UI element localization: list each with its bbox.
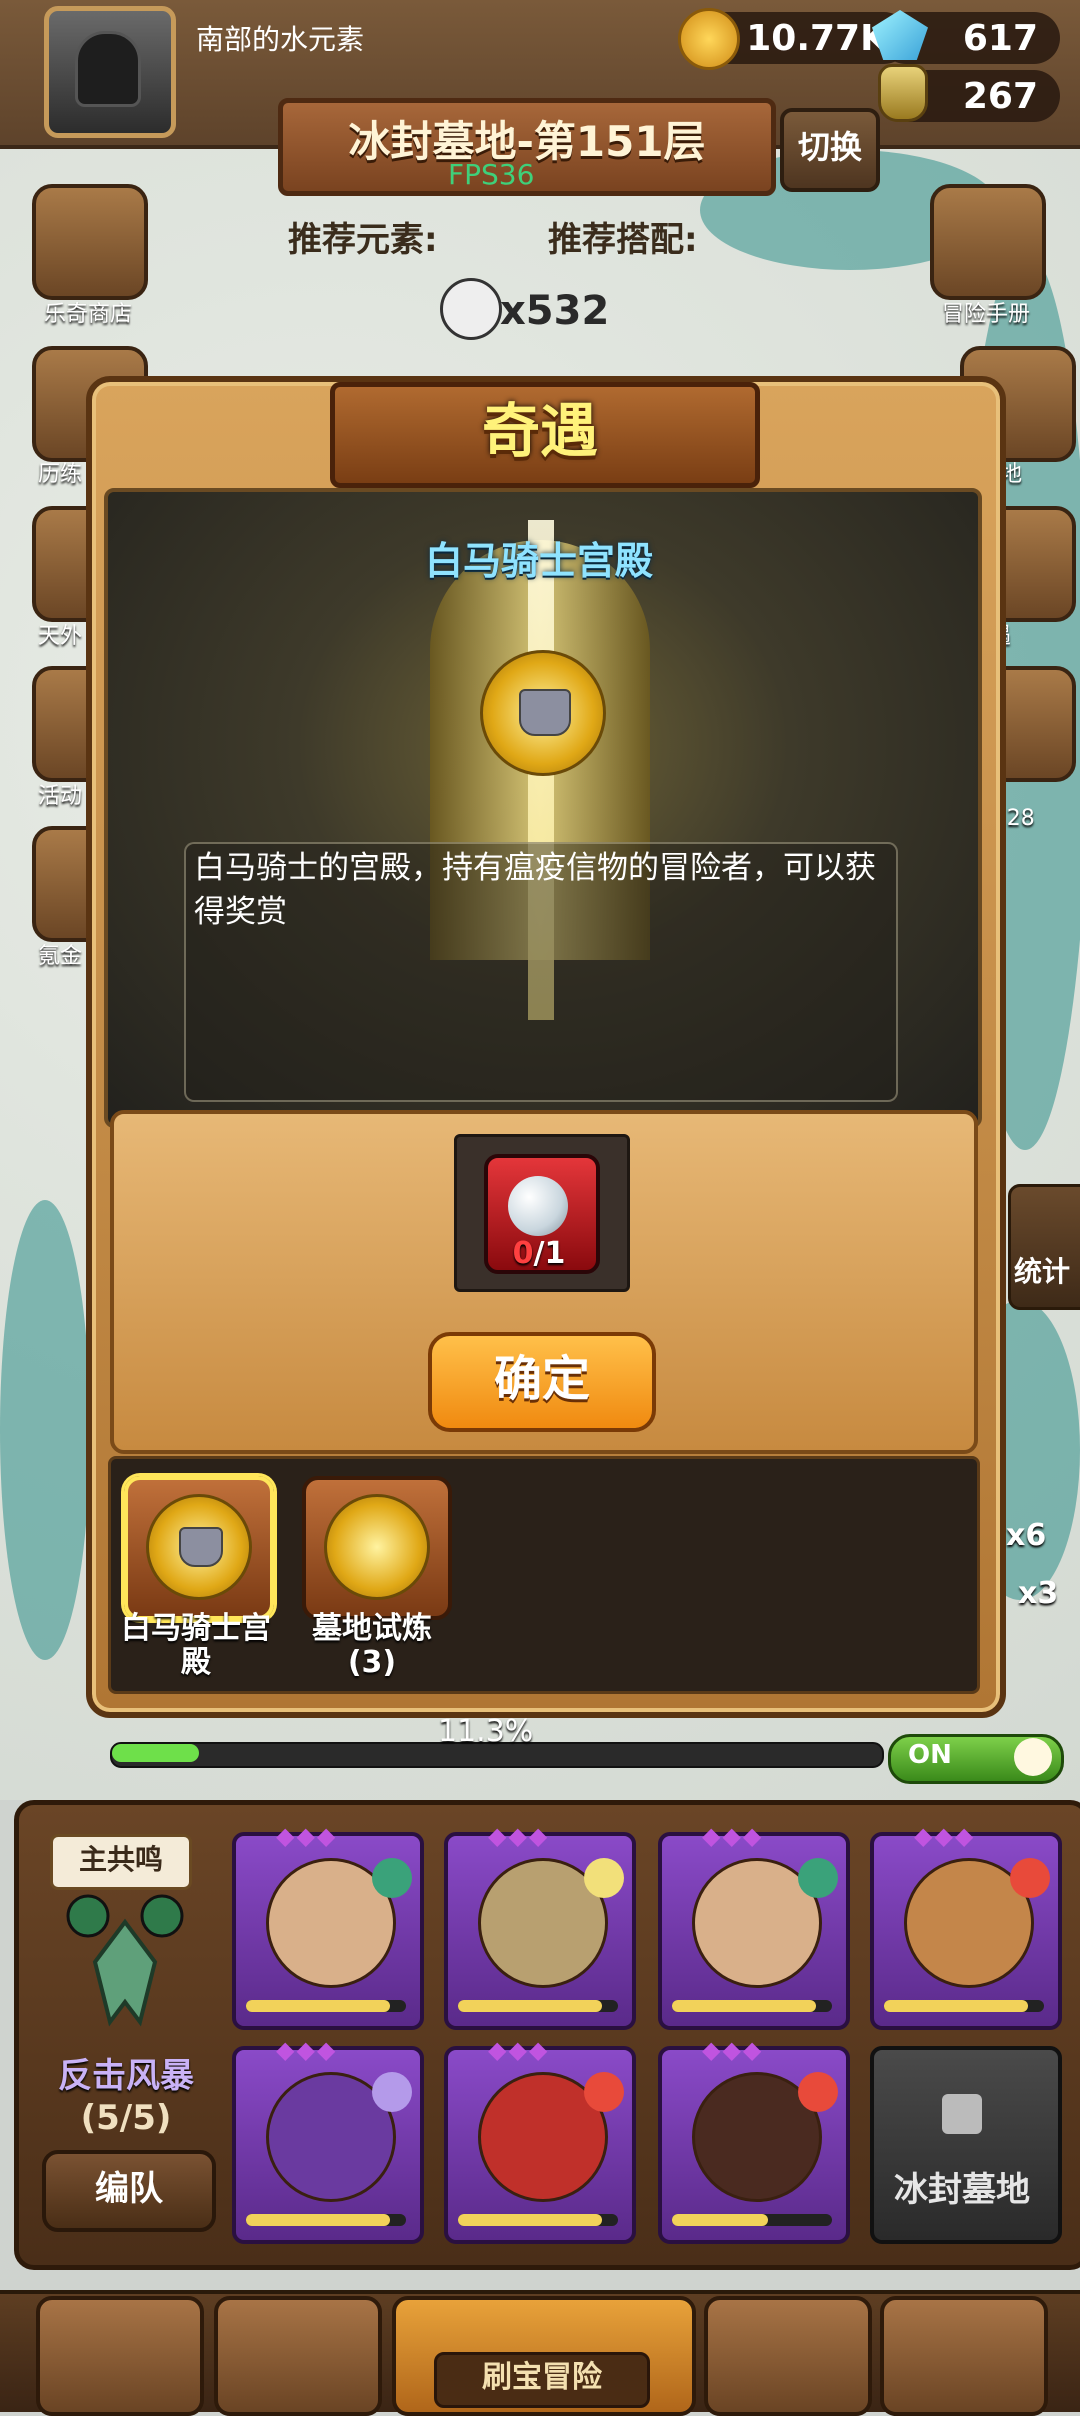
- resonance-tag: 主共鸣: [50, 1834, 192, 1890]
- description-text: 白马骑士的宫殿，持有瘟疫信物的冒险者，可以获得奖赏: [194, 850, 876, 930]
- lock-icon: [942, 2094, 982, 2134]
- formation-button[interactable]: 编队: [42, 2150, 216, 2232]
- item-need-count: /1: [533, 1236, 566, 1271]
- hero-slot-locked[interactable]: [870, 2046, 1062, 2244]
- resonance-skill-count: (5/5): [80, 2098, 172, 2138]
- fire-element-icon: [798, 2072, 838, 2112]
- hero-slot-4[interactable]: ◆◆◆: [870, 1822, 1062, 2030]
- auto-toggle-label: ON: [908, 1740, 952, 1770]
- hero-stars: ◆◆◆: [488, 2036, 550, 2064]
- hero-slot-7[interactable]: ◆◆◆: [658, 2036, 850, 2244]
- moon-element-icon: [372, 2072, 412, 2112]
- lucky-shop-button[interactable]: [32, 184, 148, 300]
- hero-stars: ◆◆◆: [702, 2036, 764, 2064]
- skull-icon: [440, 278, 502, 340]
- auto-toggle-knob: [1014, 1738, 1052, 1776]
- hero-slot-1[interactable]: ◆◆◆: [232, 1822, 424, 2030]
- hero-stars: ◆◆◆: [488, 1822, 550, 1850]
- scroll-emblem-icon: [324, 1494, 430, 1600]
- tab-label-graveyard-trial: 墓地试炼 (3): [312, 1611, 432, 1680]
- recommended-match-label: 推荐搭配:: [548, 220, 698, 260]
- modal-title: 奇遇: [481, 397, 598, 465]
- hero-slot-5[interactable]: ◆◆◆: [232, 2036, 424, 2244]
- nav-heroes-button[interactable]: [214, 2296, 382, 2416]
- recommended-element-label: 推荐元素:: [288, 220, 438, 260]
- hero-stars: ◆◆◆: [914, 1822, 976, 1850]
- tab-white-knight-palace[interactable]: [124, 1476, 274, 1620]
- hero-stars: ◆◆◆: [276, 2036, 338, 2064]
- kill-count: x532: [500, 288, 610, 334]
- hero-slot-3[interactable]: ◆◆◆: [658, 1822, 850, 2030]
- hero-slot-6[interactable]: ◆◆◆: [444, 2036, 636, 2244]
- nav-forge-button[interactable]: [880, 2296, 1048, 2416]
- adventure-handbook-button[interactable]: [930, 184, 1046, 300]
- nav-active-label: 刷宝冒险: [434, 2352, 650, 2408]
- multiplier-b: x3: [1018, 1576, 1059, 1611]
- gold-coin-icon: [678, 8, 740, 70]
- multiplier-a: x6: [1006, 1518, 1047, 1553]
- potion-icon: [878, 64, 928, 122]
- fire-element-icon: [1010, 1858, 1050, 1898]
- side-right-label-0: 冒险手册: [941, 302, 1030, 327]
- tab-label-white-knight-palace: 白马骑士宫殿: [121, 1611, 271, 1680]
- stats-button[interactable]: [1008, 1184, 1080, 1310]
- item-have-count: 0: [512, 1236, 534, 1271]
- confirm-button[interactable]: 确定: [428, 1332, 656, 1432]
- stage-progress-percent: 11.3%: [438, 1714, 534, 1749]
- light-element-icon: [584, 1858, 624, 1898]
- pearl-icon: [508, 1176, 568, 1236]
- nav-shop-button[interactable]: [36, 2296, 204, 2416]
- white-knight-emblem-icon: [146, 1494, 252, 1600]
- potion-value: 267: [962, 75, 1038, 117]
- place-name: 白马骑士宫殿: [424, 539, 653, 583]
- nav-backpack-button[interactable]: [704, 2296, 872, 2416]
- resonance-emblem-icon[interactable]: [60, 1892, 190, 2042]
- hero-stars: ◆◆◆: [276, 1822, 338, 1850]
- wind-element-icon: [372, 1858, 412, 1898]
- switch-level-button[interactable]: 切换: [780, 108, 880, 192]
- fire-element-icon: [584, 2072, 624, 2112]
- wind-element-icon: [798, 1858, 838, 1898]
- stage-progress-fill: [112, 1744, 199, 1762]
- resonance-skill-name: 反击风暴: [58, 2056, 194, 2096]
- hero-slot-2[interactable]: ◆◆◆: [444, 1822, 636, 2030]
- tab-graveyard-trial[interactable]: [302, 1476, 452, 1620]
- side-left-label-0: 乐奇商店: [43, 302, 132, 327]
- player-avatar[interactable]: [44, 6, 176, 138]
- player-name: 南部的水元素: [196, 23, 365, 56]
- stats-label: 统计: [1014, 1255, 1071, 1288]
- hero-stars: ◆◆◆: [702, 1822, 764, 1850]
- item-count: 0/1: [454, 1236, 624, 1271]
- locked-slot-label: 冰封墓地: [894, 2170, 1030, 2210]
- gold-value: 10.77K: [746, 17, 888, 59]
- fps-counter: FPS36: [448, 158, 535, 191]
- white-knight-emblem-icon: [480, 650, 606, 776]
- gem-value: 617: [962, 17, 1038, 59]
